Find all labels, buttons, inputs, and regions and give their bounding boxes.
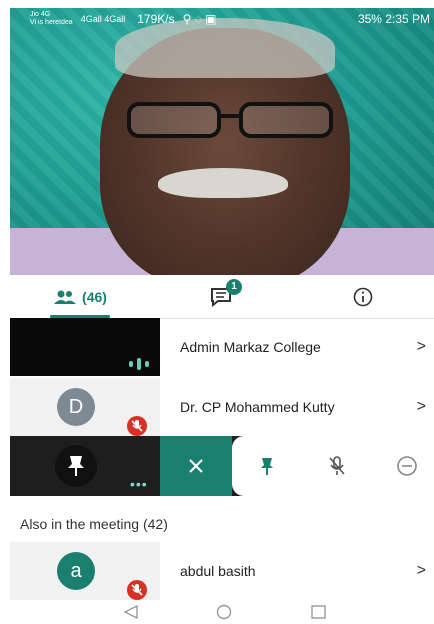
participant-name: abdul basith	[180, 563, 256, 579]
mic-off-icon	[127, 416, 147, 436]
close-icon	[189, 459, 203, 473]
participant-name: Dr. CP Mohammed Kutty	[180, 399, 335, 415]
home-icon[interactable]	[215, 604, 233, 620]
video-glasses	[127, 102, 333, 138]
tab-bar: (46) 1	[10, 276, 434, 319]
section-title: Also in the meeting (42)	[20, 516, 168, 532]
participant-thumbnail: a	[10, 542, 160, 600]
more-dots: •••	[130, 476, 148, 492]
participant-thumbnail: D	[10, 378, 160, 436]
avatar: a	[57, 552, 95, 590]
status-notification-icons: ⚲ ◌ ▣	[182, 12, 217, 26]
audio-level-icon	[129, 358, 149, 370]
network-speed: 179K/s	[137, 12, 175, 26]
chevron-right-icon[interactable]: >	[417, 318, 426, 376]
recents-icon[interactable]	[310, 604, 328, 620]
participant-row[interactable]: Admin Markaz College >	[10, 318, 434, 376]
system-nav-bar	[0, 600, 434, 624]
close-button[interactable]	[160, 436, 232, 496]
pin-icon	[261, 458, 273, 475]
chevron-right-icon[interactable]: >	[417, 542, 426, 600]
tab-chat[interactable]: 1	[151, 276, 292, 318]
mute-button[interactable]	[325, 454, 349, 478]
participant-row[interactable]: a abdul basith >	[10, 542, 434, 600]
pin-icon	[68, 456, 84, 476]
pinned-thumbnail	[55, 445, 97, 487]
people-count: (46)	[82, 289, 107, 305]
participant-thumbnail	[10, 318, 160, 376]
back-icon[interactable]	[122, 604, 140, 620]
mic-off-icon	[127, 580, 147, 600]
avatar: D	[57, 388, 95, 426]
info-icon	[353, 287, 373, 307]
participant-name: Admin Markaz College	[180, 339, 321, 355]
tab-info[interactable]	[292, 276, 434, 318]
remove-icon	[397, 456, 417, 476]
video-mustache	[158, 168, 288, 198]
people-icon	[54, 290, 77, 304]
action-pill	[232, 436, 434, 496]
status-bar: Jio 4G Vi is hereIdea 4Gall 4Gall 179K/s…	[10, 8, 434, 30]
participant-row[interactable]: D Dr. CP Mohammed Kutty >	[10, 378, 434, 436]
chevron-right-icon[interactable]: >	[417, 378, 426, 436]
mic-off-icon	[329, 456, 345, 475]
signal-indicator: 4Gall 4Gall	[80, 14, 126, 24]
chat-badge: 1	[226, 279, 242, 295]
remove-button[interactable]	[395, 454, 419, 478]
pin-button[interactable]	[255, 454, 279, 478]
carrier-info: Jio 4G Vi is hereIdea	[30, 11, 73, 26]
participant-actions-row: •••	[10, 436, 434, 496]
main-video[interactable]	[10, 8, 434, 275]
battery-time: 35% 2:35 PM	[357, 12, 430, 26]
tab-people[interactable]: (46)	[10, 276, 151, 318]
